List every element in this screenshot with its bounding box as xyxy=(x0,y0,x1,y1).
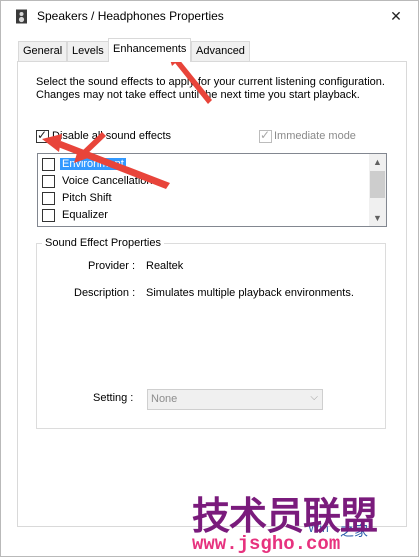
arrow-to-disable-checkbox-icon xyxy=(42,134,170,189)
watermark-url: www.jsgho.com xyxy=(192,533,341,555)
annotation-arrows xyxy=(42,50,212,189)
tab-enhancements[interactable]: Enhancements xyxy=(108,38,192,62)
watermark-logo-text: 技术员联盟 xyxy=(192,496,378,538)
